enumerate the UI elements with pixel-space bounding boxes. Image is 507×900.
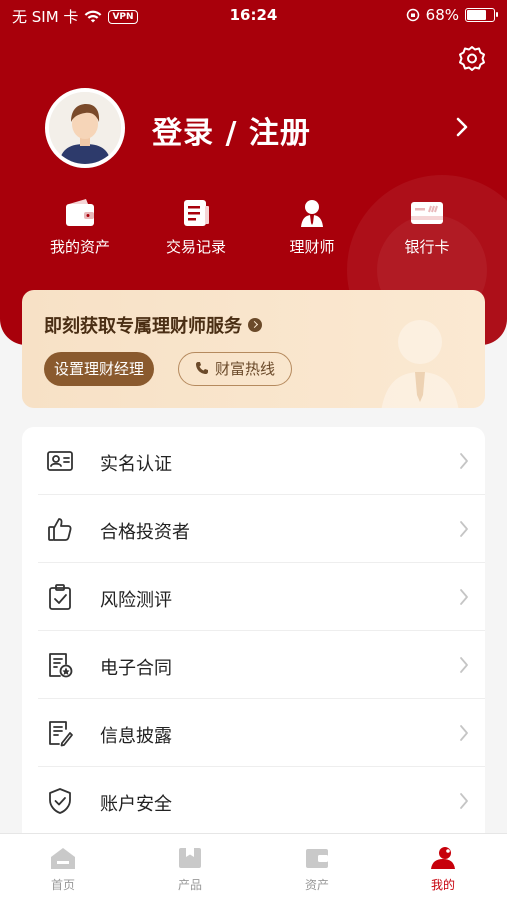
wallet-icon — [66, 199, 94, 226]
advisor-silhouette-icon — [381, 320, 459, 408]
tab-bar: 首页 产品 资产 我的 — [0, 833, 507, 900]
tab-products[interactable]: 产品 — [150, 846, 230, 893]
menu-list: 实名认证 合格投资者 风险测评 电子合同 信息披露 账户安全 — [22, 427, 485, 837]
quick-action-transactions[interactable]: 交易记录 — [141, 198, 251, 257]
battery-fill — [467, 10, 487, 20]
advisor-icon — [301, 200, 323, 227]
status-bar: 无 SIM 卡 VPN 16:24 68% — [0, 0, 507, 30]
menu-label: 合格投资者 — [100, 522, 190, 543]
login-register-link[interactable]: 登录 / 注册 — [152, 108, 311, 152]
product-icon — [179, 848, 201, 868]
chevron-right-icon — [460, 725, 468, 741]
menu-item-e-contract[interactable]: 电子合同 — [38, 631, 485, 699]
avatar[interactable] — [45, 88, 125, 168]
arrow-right-circle-icon — [248, 318, 262, 332]
contract-icon — [49, 653, 73, 678]
menu-label: 电子合同 — [100, 658, 172, 679]
profile-icon — [431, 847, 455, 869]
menu-item-account-security[interactable]: 账户安全 — [38, 767, 485, 835]
menu-label: 实名认证 — [100, 454, 172, 475]
quick-action-my-assets[interactable]: 我的资产 — [25, 198, 135, 257]
user-avatar-icon — [49, 92, 121, 164]
advisor-service-card: 即刻获取专属理财师服务 设置理财经理 财富热线 — [22, 290, 485, 408]
id-card-icon — [47, 451, 73, 471]
menu-label: 信息披露 — [100, 726, 172, 747]
disclosure-icon — [49, 721, 73, 747]
chevron-right-icon — [460, 453, 468, 469]
document-icon — [184, 200, 209, 226]
chevron-right-icon[interactable] — [455, 116, 469, 138]
quick-action-label: 银行卡 — [404, 238, 450, 256]
gear-icon — [459, 46, 485, 71]
tab-label: 资产 — [304, 878, 329, 892]
clipboard-check-icon — [49, 584, 71, 610]
menu-label: 账户安全 — [100, 794, 172, 815]
chevron-right-icon — [460, 589, 468, 605]
wealth-hotline-button[interactable]: 财富热线 — [178, 352, 293, 386]
quick-action-label: 理财师 — [289, 238, 335, 256]
bank-card-icon — [411, 202, 443, 224]
orientation-lock-icon — [406, 8, 419, 22]
thumbs-up-icon — [48, 518, 72, 541]
quick-action-advisor[interactable]: 理财师 — [257, 198, 367, 257]
home-icon — [51, 848, 75, 869]
quick-action-label: 我的资产 — [49, 238, 110, 256]
chevron-right-icon — [460, 657, 468, 673]
assets-icon — [306, 849, 328, 868]
tab-label: 我的 — [430, 878, 455, 892]
status-right: 68% — [406, 6, 498, 24]
menu-label: 风险测评 — [100, 590, 172, 611]
battery-icon — [465, 8, 498, 22]
chevron-right-icon — [460, 793, 468, 809]
advisor-card-title[interactable]: 即刻获取专属理财师服务 — [44, 312, 262, 338]
tab-mine[interactable]: 我的 — [403, 846, 483, 893]
tab-label: 产品 — [177, 878, 202, 892]
menu-item-qualified-investor[interactable]: 合格投资者 — [38, 495, 485, 563]
menu-item-disclosure[interactable]: 信息披露 — [38, 699, 485, 767]
tab-assets[interactable]: 资产 — [277, 846, 357, 893]
tab-home[interactable]: 首页 — [23, 846, 103, 893]
phone-icon — [196, 362, 208, 374]
tab-label: 首页 — [50, 878, 75, 892]
quick-actions: 我的资产 交易记录 理财师 银行卡 — [0, 198, 507, 268]
advisor-card-title-text: 即刻获取专属理财师服务 — [44, 316, 242, 337]
hotline-label: 财富热线 — [215, 359, 276, 378]
set-advisor-button[interactable]: 设置理财经理 — [44, 352, 155, 386]
settings-button[interactable] — [457, 44, 487, 74]
battery-percent: 68% — [425, 6, 459, 24]
quick-action-label: 交易记录 — [165, 238, 226, 256]
chevron-right-icon — [460, 521, 468, 537]
quick-action-bank-card[interactable]: 银行卡 — [372, 198, 482, 257]
menu-item-risk-assessment[interactable]: 风险测评 — [38, 563, 485, 631]
shield-check-icon — [49, 788, 71, 814]
menu-item-real-name-auth[interactable]: 实名认证 — [38, 427, 485, 495]
